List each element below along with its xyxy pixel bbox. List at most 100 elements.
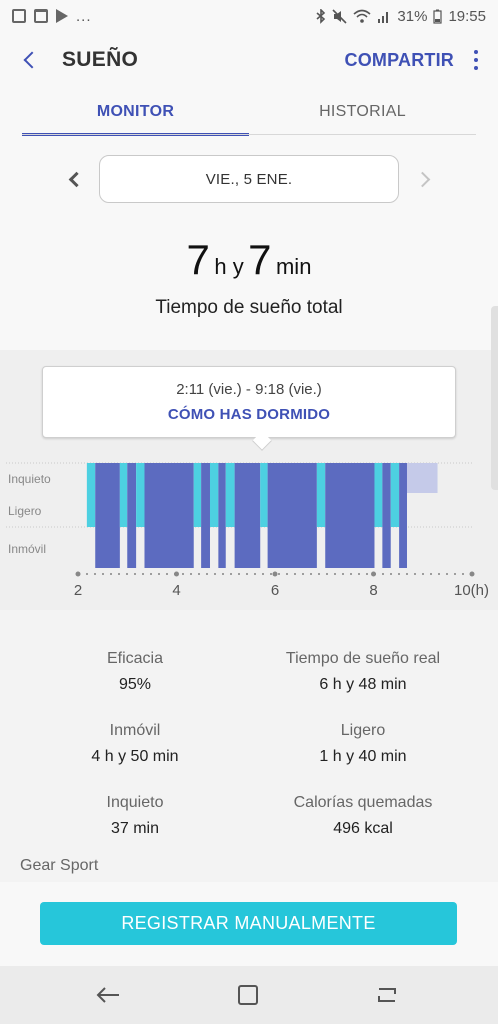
stat-label: Inquieto xyxy=(106,794,164,811)
sleep-chart[interactable]: Inquieto Ligero Inmóvil 2 4 6 8 10(h) xyxy=(0,455,498,605)
battery-icon xyxy=(433,9,443,24)
nav-recents-button[interactable] xyxy=(357,966,417,1024)
total-minutes: 7 xyxy=(248,236,272,283)
x-tick-label: 6 xyxy=(271,582,279,599)
home-icon xyxy=(238,985,258,1005)
total-hours: 7 xyxy=(186,236,210,283)
sleep-tooltip[interactable]: 2:11 (vie.) - 9:18 (vie.) CÓMO HAS DORMI… xyxy=(42,366,456,438)
sleep-time-range: 2:11 (vie.) - 9:18 (vie.) xyxy=(176,381,322,398)
nav-home-button[interactable] xyxy=(218,966,278,1024)
inmovil-segment xyxy=(144,463,194,568)
inmovil-segment xyxy=(218,463,226,568)
x-tick-mark xyxy=(469,571,475,577)
recents-icon xyxy=(378,988,396,1002)
stat-inmovil: Inmóvil 4 h y 50 min xyxy=(20,722,250,766)
stat-calorias: Calorías quemadas 496 kcal xyxy=(248,794,478,838)
x-tick-mark xyxy=(272,571,278,577)
ligero-segment xyxy=(86,463,96,527)
play-store-icon xyxy=(56,9,68,23)
next-day-button[interactable] xyxy=(410,155,438,203)
stat-eficacia: Eficacia 95% xyxy=(20,650,250,694)
tab-monitor[interactable]: MONITOR xyxy=(22,88,249,136)
stat-tiempo-real: Tiempo de sueño real 6 h y 48 min xyxy=(248,650,478,694)
back-button[interactable] xyxy=(0,32,60,88)
nav-back-button[interactable] xyxy=(78,966,138,1024)
page-title: SUEÑO xyxy=(62,48,139,71)
inmovil-segment xyxy=(399,463,407,568)
ligero-segment xyxy=(209,463,219,527)
ligero-segment xyxy=(193,463,202,527)
chevron-left-icon xyxy=(23,51,41,69)
inmovil-segment xyxy=(267,463,317,568)
inmovil-segment xyxy=(127,463,137,568)
status-bar: ... 31% 19:55 xyxy=(0,0,498,32)
inmovil-segment xyxy=(201,463,210,568)
bluetooth-icon xyxy=(316,8,326,24)
inmovil-segment xyxy=(234,463,261,568)
x-tick-label: 4 xyxy=(172,582,180,599)
x-tick-mark xyxy=(174,571,179,577)
stat-value: 6 h y 48 min xyxy=(319,676,407,693)
minutes-unit: min xyxy=(275,254,312,279)
image-icon xyxy=(12,9,26,23)
chevron-left-icon xyxy=(68,171,84,187)
data-source-label: Gear Sport xyxy=(20,857,99,874)
app-bar: SUEÑO COMPARTIR xyxy=(0,32,498,88)
more-dot xyxy=(474,66,478,70)
x-tick-mark xyxy=(371,571,376,577)
previous-day-button[interactable] xyxy=(60,155,88,203)
battery-percent: 31% xyxy=(397,7,428,25)
ligero-segment xyxy=(260,463,268,527)
shopping-bag-icon xyxy=(34,9,48,23)
level-label: Ligero xyxy=(8,504,42,518)
inmovil-segment xyxy=(325,463,375,568)
stat-value: 4 h y 50 min xyxy=(91,748,179,765)
more-options-button[interactable] xyxy=(454,32,498,88)
wifi-icon xyxy=(353,9,371,23)
stat-ligero: Ligero 1 h y 40 min xyxy=(248,722,478,766)
inmovil-segment xyxy=(95,463,120,568)
ligero-segment xyxy=(316,463,326,527)
stat-label: Ligero xyxy=(340,722,386,739)
more-dot xyxy=(474,50,478,54)
tab-bar: MONITOR HISTORIAL xyxy=(22,88,476,136)
x-tick-label: 8 xyxy=(369,582,377,599)
total-sleep-time: 7 h y 7 min xyxy=(0,236,498,284)
stat-label: Inmóvil xyxy=(109,722,161,739)
more-dot xyxy=(474,58,478,62)
x-tick-mark xyxy=(75,571,81,577)
stat-value: 496 kcal xyxy=(333,820,393,837)
ligero-segment xyxy=(136,463,145,527)
more-notifications-indicator: ... xyxy=(76,7,92,25)
hours-unit: h y xyxy=(214,254,244,279)
stat-value: 1 h y 40 min xyxy=(319,748,407,765)
x-tick-label: 2 xyxy=(74,582,82,599)
date-picker-button[interactable]: VIE., 5 ENE. xyxy=(99,155,399,203)
inmovil-segment xyxy=(382,463,391,568)
stat-value: 95% xyxy=(118,676,152,693)
ligero-segment xyxy=(390,463,400,527)
system-nav-bar xyxy=(0,966,498,1024)
x-tick-label: 10(h) xyxy=(454,582,489,599)
tab-historial[interactable]: HISTORIAL xyxy=(249,88,476,136)
chevron-right-icon xyxy=(414,171,430,187)
level-label: Inmóvil xyxy=(8,542,46,556)
stat-value: 37 min xyxy=(110,820,160,837)
stat-inquieto: Inquieto 37 min xyxy=(20,794,250,838)
date-selector: VIE., 5 ENE. xyxy=(0,155,498,203)
share-button[interactable]: COMPARTIR xyxy=(345,50,454,71)
ligero-segment xyxy=(225,463,235,527)
clock: 19:55 xyxy=(448,7,486,25)
tabs-divider xyxy=(22,134,476,135)
how-you-slept-link[interactable]: CÓMO HAS DORMIDO xyxy=(43,406,455,423)
ligero-segment xyxy=(119,463,128,527)
mute-icon xyxy=(332,8,347,24)
signal-icon xyxy=(378,11,389,23)
level-label: Inquieto xyxy=(8,472,51,486)
back-arrow-icon xyxy=(96,987,119,1003)
stat-label: Calorías quemadas xyxy=(293,794,433,811)
pending-segment xyxy=(406,463,438,493)
ligero-segment xyxy=(374,463,383,527)
register-manually-button[interactable]: REGISTRAR MANUALMENTE xyxy=(40,902,457,945)
stat-label: Tiempo de sueño real xyxy=(285,650,441,667)
